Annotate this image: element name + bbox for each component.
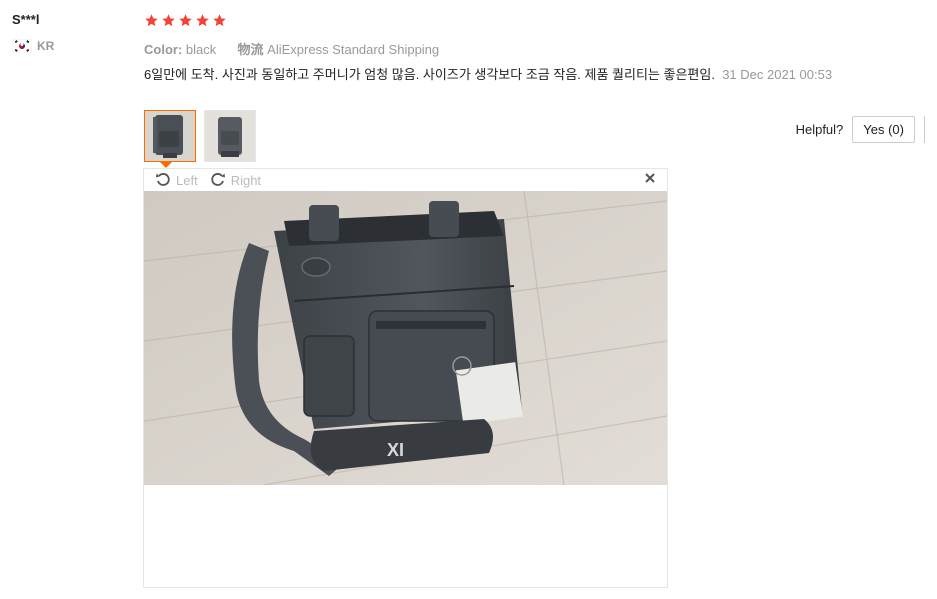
helpful-yes-button[interactable]: Yes (0) <box>852 116 915 143</box>
review-photo-large: XI <box>144 191 667 485</box>
color-value: black <box>185 42 217 57</box>
helpful-section: Helpful? Yes (0) <box>796 116 925 143</box>
star-icon <box>213 14 226 27</box>
bag-logo-text: XI <box>387 440 404 460</box>
shipping-value: AliExpress Standard Shipping <box>267 42 440 57</box>
rotate-left-button[interactable]: Left <box>155 171 198 190</box>
south-korea-flag-icon <box>11 38 33 54</box>
reviewer-info: S***l KR <box>11 12 132 54</box>
star-icon <box>179 14 192 27</box>
reviewer-name: S***l <box>12 12 40 27</box>
rotate-left-icon <box>155 171 176 190</box>
rotate-right-icon <box>210 171 231 190</box>
divider <box>924 116 925 143</box>
review-photo-thumb-1[interactable] <box>144 110 196 162</box>
review-date: 31 Dec 2021 00:53 <box>722 67 833 82</box>
star-icon <box>162 14 175 27</box>
close-icon[interactable] <box>644 172 656 187</box>
star-icon <box>196 14 209 27</box>
image-viewer: Left Right XI <box>143 168 668 588</box>
review-content: 6일만에 도착. 사진과 동일하고 주머니가 엄청 많음. 사이즈가 생각보다 … <box>144 67 715 82</box>
review-body: Color: black 物流 AliExpress Standard Ship… <box>144 13 924 84</box>
review-thumbnails <box>144 110 256 162</box>
review-text-block: 6일만에 도착. 사진과 동일하고 주머니가 엄청 많음. 사이즈가 생각보다 … <box>144 66 884 84</box>
rotate-right-button[interactable]: Right <box>210 171 261 190</box>
star-icon <box>145 14 158 27</box>
viewer-toolbar: Left Right <box>144 169 667 191</box>
rotate-right-label: Right <box>230 172 262 188</box>
color-label: Color: <box>144 42 183 57</box>
star-rating <box>144 13 924 31</box>
shipping-label: 物流 <box>237 42 264 57</box>
rotate-left-label: Left <box>176 172 198 188</box>
review-meta: Color: black 物流 AliExpress Standard Ship… <box>144 39 924 58</box>
reviewer-country: KR <box>11 38 132 54</box>
country-code: KR <box>37 39 55 53</box>
review-photo-thumb-2[interactable] <box>204 110 256 162</box>
helpful-label: Helpful? <box>795 122 844 137</box>
